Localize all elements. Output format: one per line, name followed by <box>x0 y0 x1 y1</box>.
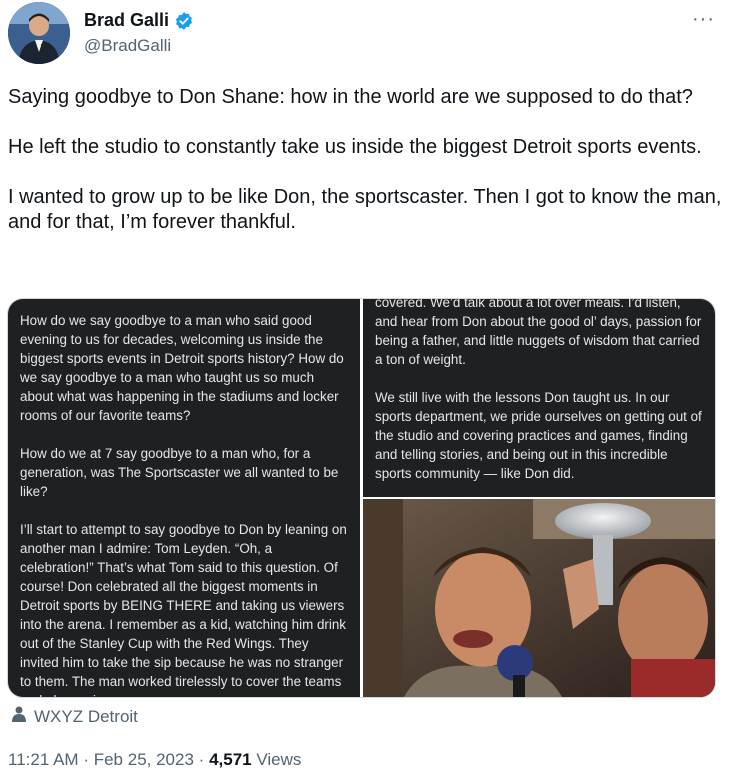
media-paragraph: How do we say goodbye to a man who said … <box>20 313 344 423</box>
tweet-meta: 11:21 AM · Feb 25, 2023 · 4,571 Views <box>8 750 301 770</box>
author-handle[interactable]: @BradGalli <box>84 36 171 56</box>
media-grid[interactable]: How do we say goodbye to a man who said … <box>7 298 716 698</box>
author-name-row[interactable]: Brad Galli <box>84 10 194 31</box>
tweet-time[interactable]: 11:21 AM <box>8 750 79 769</box>
media-paragraph: covered. We’d talk about a lot over meal… <box>375 299 702 367</box>
media-paragraph: I’ll start to attempt to say goodbye to … <box>20 522 347 697</box>
views-count: 4,571 <box>209 750 252 769</box>
source-label[interactable]: WXYZ Detroit <box>34 707 138 727</box>
tweet-text: Saying goodbye to Don Shane: how in the … <box>8 85 723 260</box>
meta-separator: · <box>198 750 205 769</box>
views-label: Views <box>256 750 302 769</box>
media-paragraph: How do we at 7 say goodbye to a man who,… <box>20 446 339 499</box>
more-options-icon[interactable]: ··· <box>692 8 715 31</box>
author-name[interactable]: Brad Galli <box>84 10 169 31</box>
tweet-paragraph: He left the studio to constantly take us… <box>8 136 702 158</box>
meta-separator: · <box>83 750 89 769</box>
tweet-paragraph: Saying goodbye to Don Shane: how in the … <box>8 86 693 108</box>
person-icon <box>10 705 28 728</box>
author-avatar[interactable] <box>8 2 70 64</box>
media-source[interactable]: WXYZ Detroit <box>10 705 138 728</box>
verified-badge-icon <box>174 11 194 31</box>
media-text-image-left[interactable]: How do we say goodbye to a man who said … <box>8 299 360 697</box>
tweet-paragraph: I wanted to grow up to be like Don, the … <box>8 186 727 233</box>
media-text-image-right[interactable]: covered. We’d talk about a lot over meal… <box>363 299 715 497</box>
media-photo-stanley-cup[interactable] <box>363 499 715 697</box>
media-paragraph: We still live with the lessons Don taugh… <box>375 390 702 481</box>
tweet-date[interactable]: Feb 25, 2023 <box>94 750 194 769</box>
